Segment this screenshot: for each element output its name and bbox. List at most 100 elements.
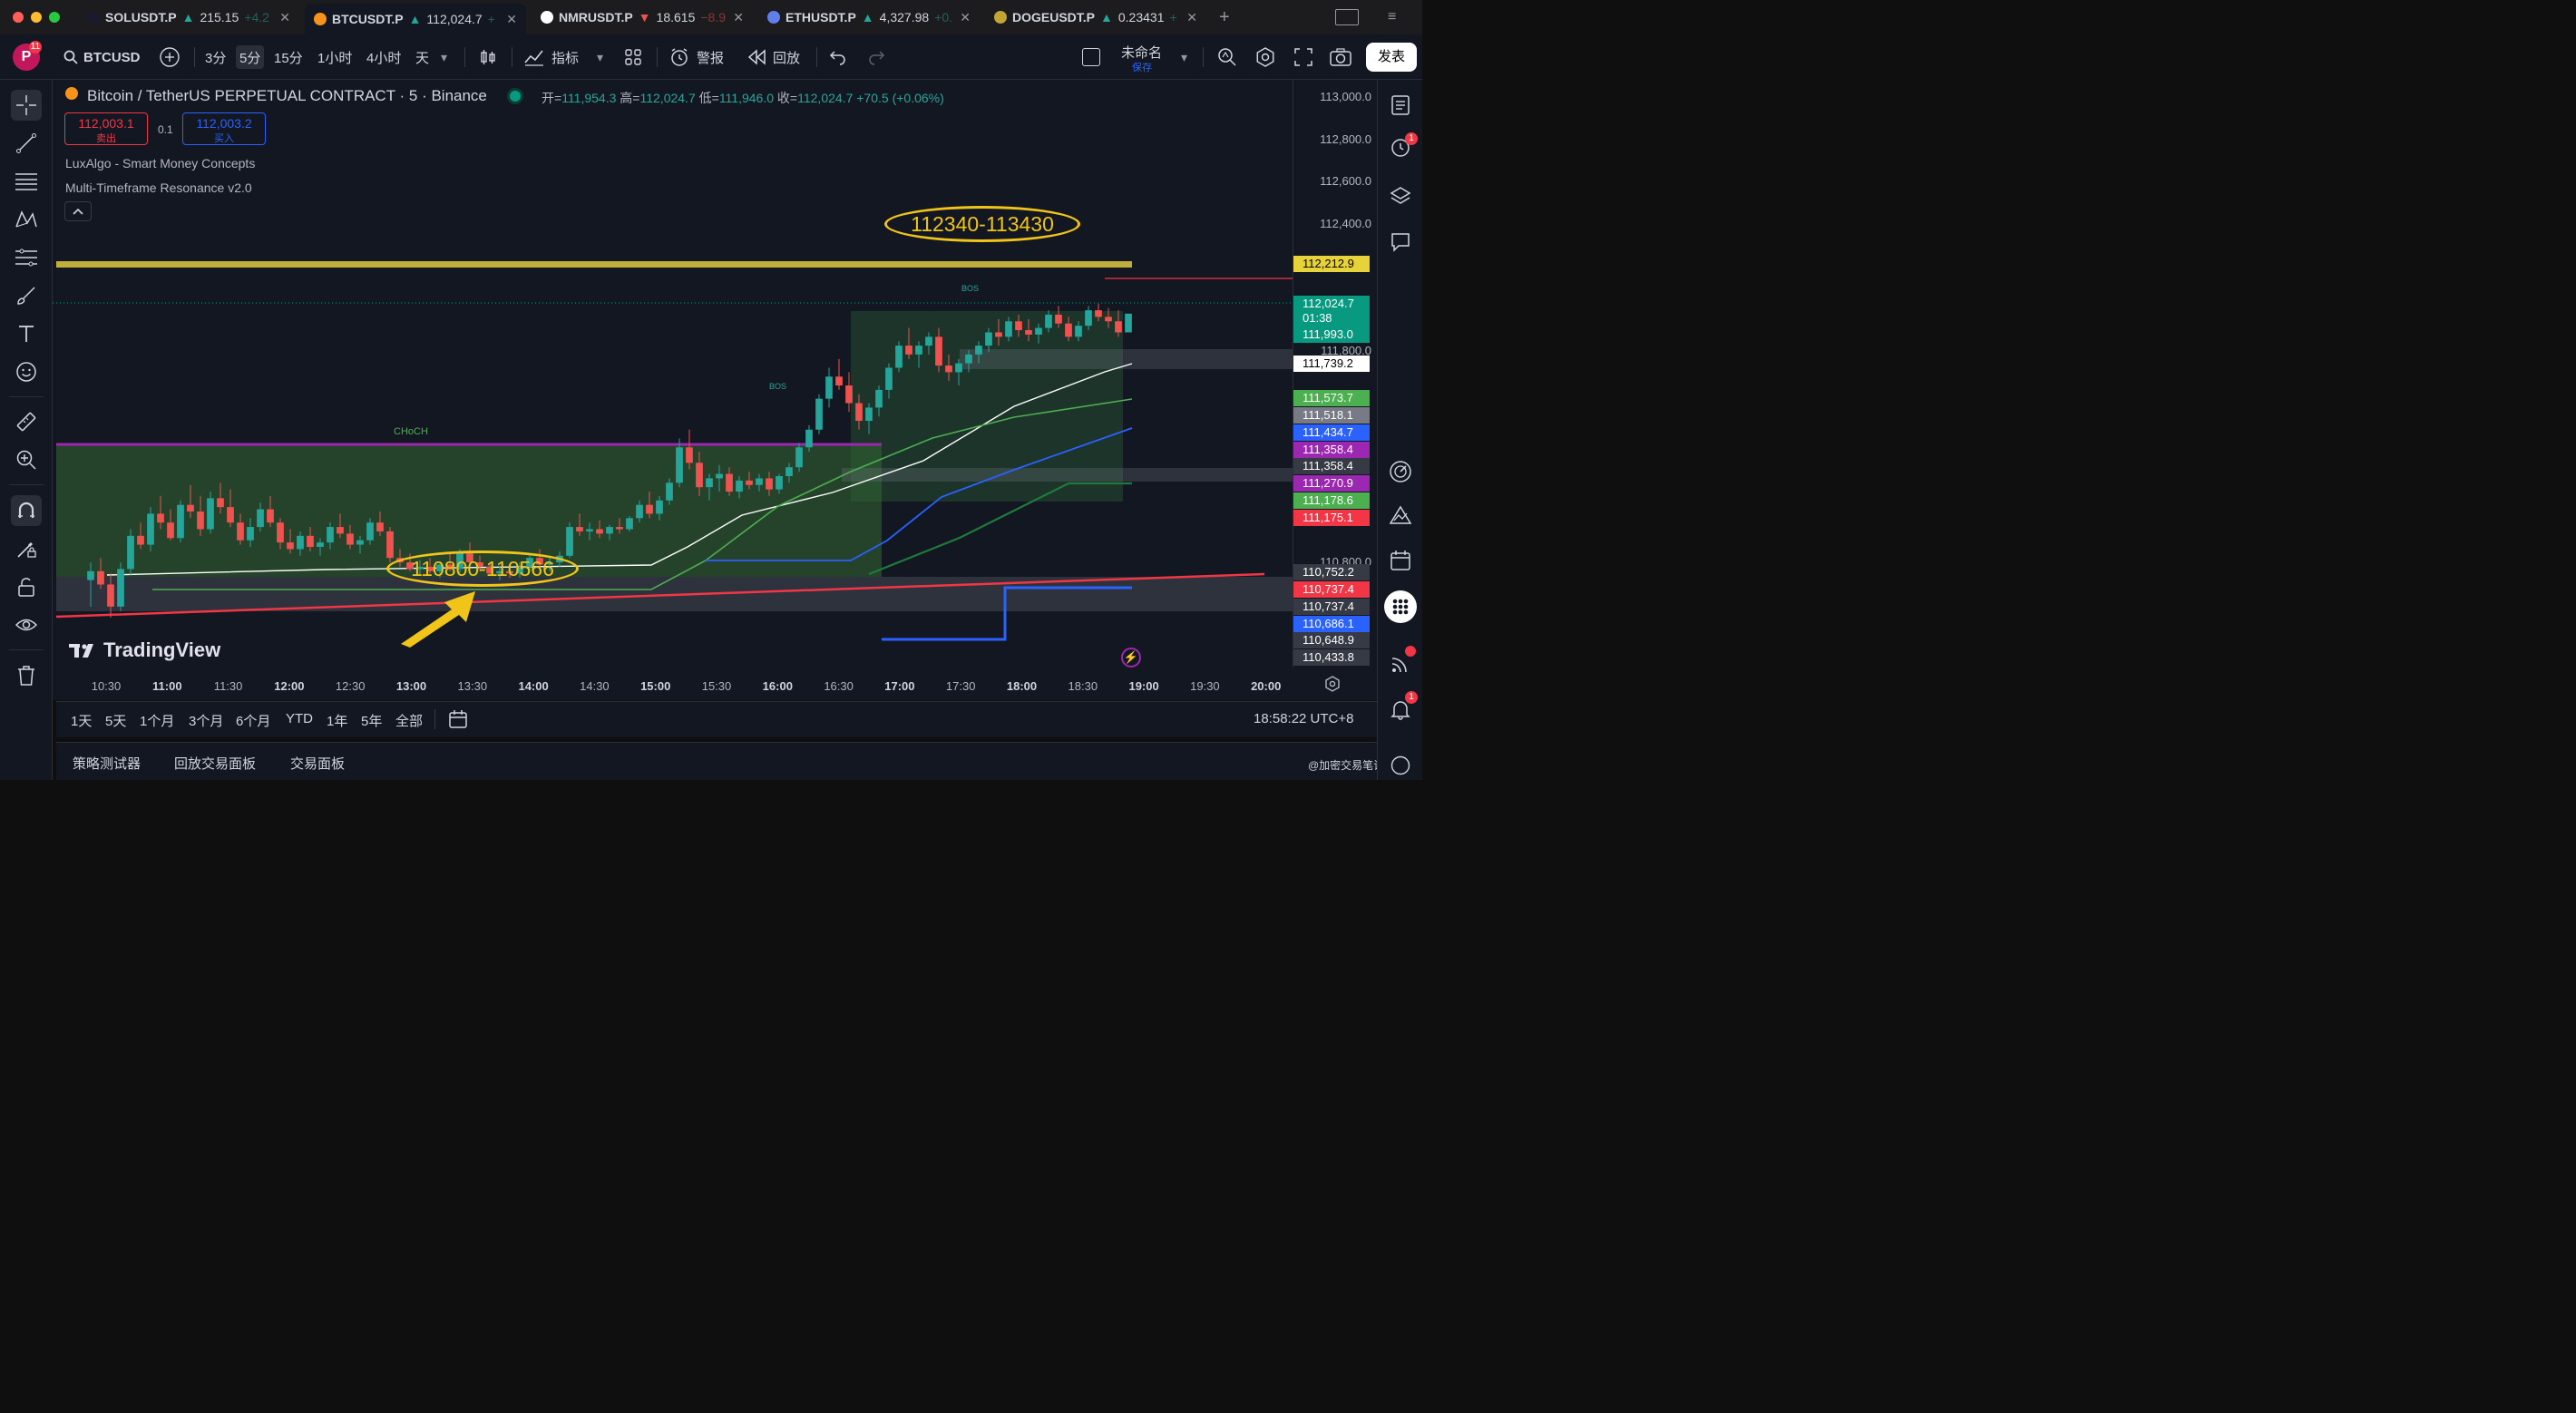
interval-2[interactable]: 15分: [274, 45, 303, 69]
lightning-icon[interactable]: ⚡: [1121, 648, 1141, 668]
price-tag: 111,518.1: [1293, 407, 1370, 424]
snapshot-button[interactable]: [1330, 45, 1351, 69]
icon-tool[interactable]: [11, 356, 42, 387]
sell-button[interactable]: 112,003.1 卖出: [64, 112, 148, 145]
close-tab-icon[interactable]: ✕: [1186, 10, 1197, 25]
layout-dropdown-chevron-icon[interactable]: ▾: [1181, 45, 1187, 69]
smiley-icon: [16, 362, 36, 382]
quick-search-button[interactable]: [1217, 45, 1237, 69]
tab-dogeusdt-p[interactable]: DOGEUSDT.P ▲ 0.23431 + ✕: [985, 4, 1206, 31]
close-tab-icon[interactable]: ✕: [279, 10, 290, 25]
fullscreen-button[interactable]: [1293, 45, 1313, 69]
time-axis[interactable]: 10:30 11:00 11:30 12:00 12:30 13:00 13:30 14:00…: [56, 671, 1290, 700]
interval-0[interactable]: 3分: [205, 45, 226, 69]
collapse-legend-button[interactable]: [64, 201, 92, 221]
range-7[interactable]: 5年: [361, 711, 382, 730]
candle-style-button[interactable]: [479, 45, 497, 69]
publish-button[interactable]: 发表: [1366, 43, 1417, 72]
timezone-clock[interactable]: 18:58:22 UTC+8: [1254, 711, 1354, 726]
lock-all-tool[interactable]: [11, 571, 42, 602]
close-tab-icon[interactable]: ✕: [733, 10, 744, 25]
object-tree-button[interactable]: [1386, 181, 1415, 210]
brush-tool[interactable]: [11, 280, 42, 311]
range-6[interactable]: 1年: [327, 711, 347, 730]
close-tab-icon[interactable]: ✕: [506, 12, 517, 27]
chart-title[interactable]: Bitcoin / TetherUS PERPETUAL CONTRACT · …: [87, 87, 487, 105]
products-button[interactable]: [1384, 590, 1417, 623]
symbol-search[interactable]: BTCUSD: [63, 45, 141, 69]
time-label: 10:30: [91, 679, 122, 693]
tab-ethusdt-p[interactable]: ETHUSDT.P ▲ 4,327.98 +0. ✕: [758, 4, 980, 31]
tab-strategy-tester[interactable]: 策略测试器: [73, 754, 141, 773]
candle-body: [636, 504, 643, 519]
zoom-tool[interactable]: [11, 444, 42, 475]
calendar-icon: [449, 710, 467, 728]
indicator-legend-smc[interactable]: LuxAlgo - Smart Money Concepts: [65, 156, 255, 171]
range-5[interactable]: YTD: [286, 711, 313, 726]
projection-tool[interactable]: [11, 242, 42, 273]
interval-1[interactable]: 5分: [236, 45, 265, 69]
indicator-legend-mtf[interactable]: Multi-Timeframe Resonance v2.0: [65, 180, 252, 195]
candle-body: [576, 527, 583, 531]
layout-name[interactable]: 未命名: [1121, 43, 1162, 62]
ohlc-values: 开=111,954.3 高=112,024.7 低=111,946.0 收=11…: [542, 89, 944, 107]
measure-tool[interactable]: [11, 406, 42, 437]
trendline-icon: [16, 133, 36, 153]
new-tab-button[interactable]: +: [1219, 7, 1230, 28]
indicators-button[interactable]: 指标: [524, 45, 579, 69]
calendar-button[interactable]: [1386, 546, 1415, 575]
settings-button[interactable]: [1255, 45, 1275, 69]
range-0[interactable]: 1天: [71, 711, 92, 730]
fib-tool[interactable]: [11, 166, 42, 197]
replay-button[interactable]: 回放: [747, 45, 800, 69]
close-tab-icon[interactable]: ✕: [960, 10, 971, 25]
range-2[interactable]: 1个月: [140, 711, 174, 730]
range-3[interactable]: 3个月: [189, 711, 223, 730]
maximize-window-button[interactable]: [49, 12, 60, 23]
ideas-button[interactable]: [1386, 502, 1415, 531]
price-chart[interactable]: [53, 80, 1377, 700]
data-window-button[interactable]: [1386, 457, 1415, 486]
indicators-dropdown-chevron-icon[interactable]: ▾: [597, 45, 603, 69]
layout-grid-icon[interactable]: [1335, 9, 1359, 25]
interval-5[interactable]: 天: [415, 45, 429, 69]
goto-date-button[interactable]: [448, 709, 468, 732]
tab-trading-panel[interactable]: 交易面板: [290, 754, 345, 773]
buy-button[interactable]: 112,003.2 买入: [182, 112, 266, 145]
tab-replay-trading[interactable]: 回放交易面板: [174, 754, 256, 773]
chart-settings-button[interactable]: [1324, 676, 1341, 692]
templates-button[interactable]: [624, 45, 642, 69]
close-window-button[interactable]: [13, 12, 24, 23]
undo-button[interactable]: [829, 45, 847, 69]
lock-draw-tool[interactable]: [11, 533, 42, 564]
trendline-tool[interactable]: [11, 128, 42, 159]
interval-dropdown-chevron-icon[interactable]: ▾: [441, 45, 447, 69]
minimize-window-button[interactable]: [31, 12, 42, 23]
range-4[interactable]: 6个月: [236, 711, 270, 730]
tab-btcusdt-p[interactable]: BTCUSDT.P ▲ 112,024.7 + ✕: [305, 4, 526, 34]
interval-3[interactable]: 1小时: [317, 45, 352, 69]
candle-body: [1025, 330, 1032, 335]
pattern-tool[interactable]: [11, 204, 42, 235]
interval-4[interactable]: 4小时: [366, 45, 401, 69]
menu-icon[interactable]: ≡: [1388, 9, 1406, 25]
hide-drawings-tool[interactable]: [11, 609, 42, 640]
text-tool[interactable]: [11, 318, 42, 349]
chat-button[interactable]: [1386, 228, 1415, 257]
crosshair-tool[interactable]: [11, 90, 42, 121]
compare-add-button[interactable]: [160, 45, 180, 69]
fullscreen-square-icon[interactable]: [1082, 48, 1100, 66]
help-button[interactable]: [1386, 751, 1415, 780]
tab-solusdt-p[interactable]: SOLUSDT.P ▲ 215.15 +4.2 ✕: [78, 4, 299, 31]
candle-body: [167, 522, 174, 539]
remove-drawings-tool[interactable]: [11, 660, 42, 691]
chart-pane[interactable]: [53, 80, 1377, 700]
tab-nmrusdt-p[interactable]: NMRUSDT.P ▼ 18.615 −8.9 ✕: [532, 4, 753, 31]
alerts-button[interactable]: 警报: [669, 45, 724, 69]
range-8[interactable]: 全部: [395, 711, 423, 730]
redo-button[interactable]: [867, 45, 885, 69]
range-1[interactable]: 5天: [105, 711, 126, 730]
watchlist-button[interactable]: [1386, 91, 1415, 120]
candle-body: [666, 482, 673, 501]
magnet-tool[interactable]: [11, 495, 42, 526]
